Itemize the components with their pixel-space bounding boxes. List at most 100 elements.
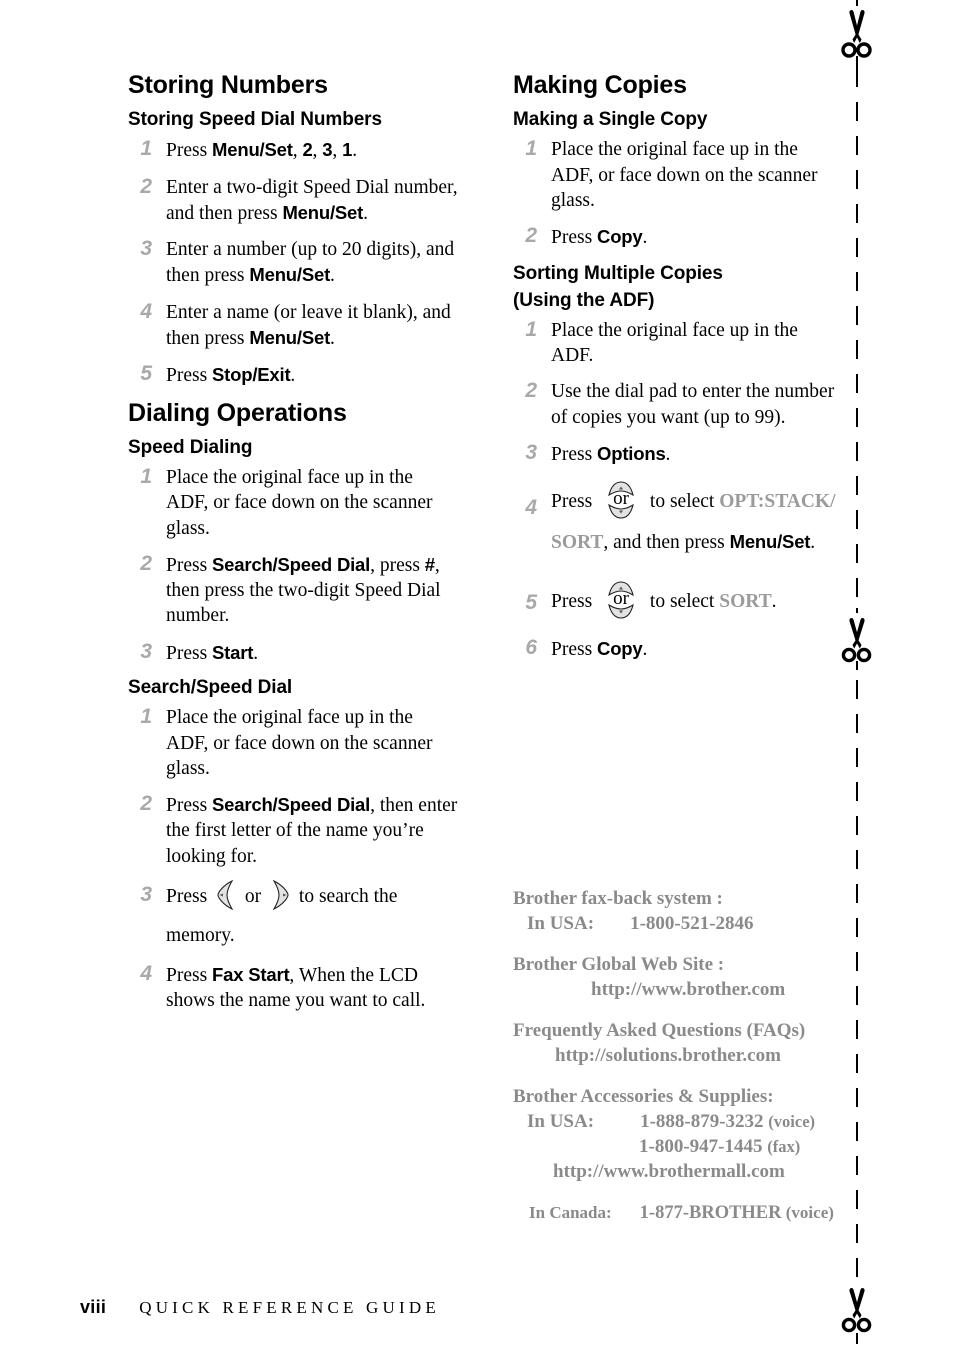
keyword-stop-exit: Stop/Exit	[212, 364, 291, 386]
list-item: 4 Press or to select OPT:STACK/SORT, and…	[513, 478, 843, 562]
keyword-digit-3: 3	[322, 139, 333, 161]
step-number: 4	[140, 962, 152, 986]
keyword-digit-2: 2	[302, 139, 313, 161]
steps-making-single-copy: 1 Place the original face up in the ADF,…	[513, 137, 843, 250]
contact-phone: 1-800-947-1445	[639, 1136, 763, 1157]
step-number: 3	[525, 441, 537, 465]
step-text: Press Start.	[166, 641, 259, 664]
lcd-text-sort: SORT	[551, 532, 604, 554]
keyword-menu-set: Menu/Set	[249, 264, 331, 286]
list-item: 5 Press or to select SORT.	[513, 578, 843, 622]
keyword-options: Options	[597, 443, 666, 465]
contact-suffix: (voice)	[785, 1203, 834, 1222]
keyword-copy: Copy	[597, 226, 643, 248]
step-text: Place the original face up in the ADF.	[551, 319, 798, 367]
list-item: 1 Press Menu/Set, 2, 3, 1.	[128, 137, 458, 163]
section-title-dialing-operations: Dialing Operations	[128, 398, 347, 427]
step-text: Press Copy.	[551, 638, 648, 661]
step-text: Press Stop/Exit.	[166, 364, 296, 387]
contact-line: 1-800-947-1445 (fax)	[513, 1134, 843, 1159]
contact-line: In Canada: 1-877-BROTHER (voice)	[529, 1200, 843, 1226]
subsection-heading-storing-speed-dial-numbers: Storing Speed Dial Numbers	[128, 109, 382, 130]
contact-title: Brother fax-back system :	[513, 888, 723, 909]
subsection-heading-search-speed-dial: Search/Speed Dial	[128, 676, 293, 698]
keyword-menu-set: Menu/Set	[729, 531, 811, 553]
contact-label: In USA:	[527, 1111, 595, 1132]
contact-line: In USA: 1-800-521-2846	[513, 911, 843, 936]
contact-line: In USA: 1-888-879-3232 (voice)	[513, 1109, 843, 1134]
step-number: 3	[140, 639, 152, 663]
or-label: or	[613, 488, 629, 510]
contact-suffix: (voice)	[768, 1112, 816, 1131]
contact-url: http://www.brother.com	[591, 979, 786, 1000]
step-number: 5	[140, 362, 152, 386]
step-number: 2	[525, 379, 537, 403]
contact-phone: 1-800-521-2846	[630, 913, 754, 934]
section-title-storing-numbers: Storing Numbers	[128, 71, 328, 99]
step-text: Enter a number (up to 20 digits), and th…	[166, 239, 455, 287]
list-item: 1 Place the original face up in the ADF.	[513, 318, 843, 369]
right-column: Making Copies Making a Single Copy 1 Pla…	[513, 72, 843, 674]
or-label: or	[613, 588, 629, 610]
step-text: Press Options.	[551, 443, 671, 466]
steps-sorting-multiple-copies: 1 Place the original face up in the ADF.…	[513, 318, 843, 663]
keyword-hash: #	[424, 553, 435, 575]
contact-group-faxback: Brother fax-back system : In USA: 1-800-5…	[513, 886, 843, 936]
list-item: 3 Press Start.	[128, 640, 458, 666]
step-text: Press Search/Speed Dial, then enter the …	[166, 794, 458, 867]
list-item: 1 Place the original face up in the ADF,…	[128, 705, 458, 781]
list-item: 2 Enter a two-digit Speed Dial number, a…	[128, 175, 458, 227]
section-title-making-copies: Making Copies	[513, 71, 687, 99]
contact-group-faq: Frequently Asked Questions (FAQs) http:/…	[513, 1018, 843, 1068]
keyword-fax-start: Fax Start	[212, 964, 290, 986]
keyword-search-speed-dial: Search/Speed Dial	[212, 794, 371, 816]
step-text: Enter a two-digit Speed Dial number, and…	[166, 176, 458, 224]
step-text: Use the dial pad to enter the number of …	[551, 381, 835, 428]
scissors-icon	[833, 1284, 881, 1346]
contact-phone: 1-888-879-3232	[640, 1111, 764, 1132]
step-number: 6	[525, 636, 537, 660]
step-number: 4	[525, 496, 537, 520]
scissors-icon	[833, 6, 881, 68]
keyword-menu-set: Menu/Set	[212, 139, 293, 161]
heading-line-2: (Using the ADF)	[513, 289, 655, 311]
step-number: 1	[140, 137, 152, 161]
scissors-icon	[833, 608, 881, 670]
subsection-heading-making-a-single-copy: Making a Single Copy	[513, 109, 708, 130]
step-number: 3	[140, 883, 152, 907]
contact-url: http://solutions.brother.com	[555, 1045, 781, 1066]
step-text: Press or to select OPT:STACK/SORT, and t…	[551, 481, 836, 554]
list-item: 3 Enter a number (up to 20 digits), and …	[128, 237, 458, 289]
contact-label: In Canada:	[529, 1203, 612, 1222]
list-item: 4 Enter a name (or leave it blank), and …	[128, 300, 458, 352]
list-item: 2 Press Search/Speed Dial, press #, then…	[128, 552, 458, 629]
subsection-heading-speed-dialing: Speed Dialing	[128, 436, 253, 458]
contact-title: Frequently Asked Questions (FAQs)	[513, 1020, 806, 1041]
list-item: 6 Press Copy.	[513, 636, 843, 662]
step-number: 1	[140, 705, 152, 729]
contact-group-canada: In Canada: 1-877-BROTHER (voice)	[513, 1200, 843, 1226]
contact-suffix: (fax)	[767, 1137, 801, 1156]
contact-group-global-web: Brother Global Web Site : http://www.bro…	[513, 952, 843, 1002]
list-item: 2 Use the dial pad to enter the number o…	[513, 379, 843, 430]
up-down-arrow-key-icon: or	[600, 478, 642, 522]
step-number: 2	[140, 551, 152, 575]
step-text: Press Copy.	[551, 226, 648, 249]
list-item: 2 Press Copy.	[513, 224, 843, 250]
list-item: 5 Press Stop/Exit.	[128, 362, 458, 388]
step-number: 1	[525, 137, 537, 161]
steps-storing-speed-dial: 1 Press Menu/Set, 2, 3, 1. 2 Enter a two…	[128, 137, 458, 388]
step-text: Place the original face up in the ADF, o…	[166, 466, 433, 539]
left-column: Storing Numbers Storing Speed Dial Numbe…	[128, 72, 458, 1025]
footer-title: QUICK REFERENCE GUIDE	[139, 1298, 440, 1317]
steps-search-speed-dial: 1 Place the original face up in the ADF,…	[128, 705, 458, 1013]
list-item: 2 Press Search/Speed Dial, then enter th…	[128, 792, 458, 869]
step-text: Press Menu/Set, 2, 3, 1.	[166, 139, 358, 162]
up-down-arrow-key-icon: or	[600, 578, 642, 622]
step-text: Place the original face up in the ADF, o…	[551, 139, 818, 211]
contact-title: Brother Accessories & Supplies:	[513, 1086, 774, 1107]
page-footer: viii QUICK REFERENCE GUIDE	[80, 1297, 440, 1318]
steps-speed-dialing: 1 Place the original face up in the ADF,…	[128, 465, 458, 666]
step-number: 2	[140, 174, 152, 198]
right-arrow-key-icon	[268, 879, 292, 920]
